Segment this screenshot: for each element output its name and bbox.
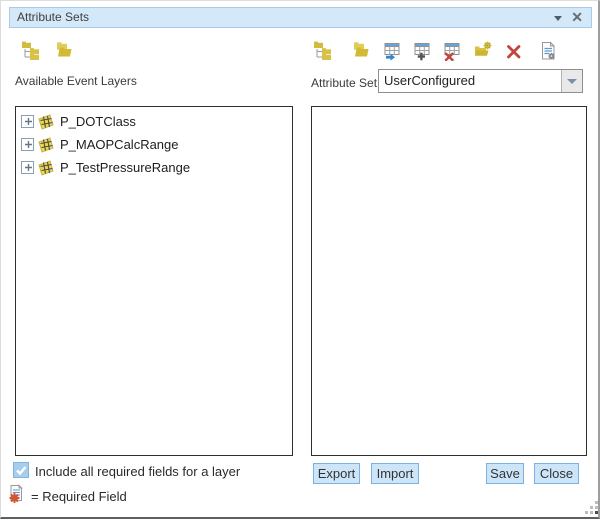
table-remove-glyph	[442, 41, 462, 61]
dialog-frame: Attribute Sets ✕	[0, 0, 600, 519]
layer-label: P_TestPressureRange	[60, 160, 190, 175]
attribute-set-combobox[interactable]: UserConfigured	[378, 69, 583, 93]
window-title: Attribute Sets	[17, 10, 89, 24]
new-attribute-set-tree-icon[interactable]	[313, 41, 333, 61]
tree-row-p-dotclass[interactable]: P_DOTClass	[16, 110, 292, 133]
event-layer-glyph	[38, 160, 55, 176]
attribute-set-label: Attribute Set:	[311, 76, 380, 90]
event-layer-glyph	[38, 137, 55, 153]
tree-folders-glyph	[313, 41, 333, 61]
required-field-legend: = Required Field	[31, 489, 127, 504]
plus-glyph	[22, 161, 33, 174]
table-arrow-glyph	[382, 41, 402, 61]
available-event-layers-heading: Available Event Layers	[15, 74, 137, 88]
required-field-glyph	[9, 484, 26, 504]
event-layer-icon	[38, 160, 55, 176]
event-layer-icon	[38, 114, 55, 130]
table-add-glyph	[412, 41, 432, 61]
checkmark-icon	[14, 463, 28, 477]
chevron-down-icon	[567, 79, 577, 84]
table-remove-icon[interactable]	[442, 41, 462, 61]
expand-plus-icon[interactable]	[21, 138, 34, 151]
table-add-icon[interactable]	[412, 41, 432, 61]
expand-plus-icon[interactable]	[21, 115, 34, 128]
folder-gear-icon[interactable]	[473, 41, 493, 61]
event-layer-icon	[38, 137, 55, 153]
close-button[interactable]: Close	[534, 463, 579, 484]
new-attribute-set-tree-icon[interactable]	[21, 41, 41, 61]
report-gear-glyph	[538, 41, 558, 61]
titlebar[interactable]: Attribute Sets ✕	[9, 7, 592, 28]
attribute-set-contents-list[interactable]	[311, 106, 587, 456]
open-folder-icon[interactable]	[54, 41, 74, 61]
layer-label: P_MAOPCalcRange	[60, 137, 179, 152]
table-arrow-icon[interactable]	[382, 41, 402, 61]
tree-folders-glyph	[21, 41, 41, 61]
import-button[interactable]: Import	[371, 463, 419, 484]
chevron-down-icon[interactable]	[554, 16, 562, 21]
close-icon[interactable]: ✕	[571, 9, 583, 26]
folder-gear-glyph	[473, 41, 493, 61]
save-button[interactable]: Save	[486, 463, 524, 484]
plus-glyph	[22, 138, 33, 151]
event-layers-tree: P_DOTClass P_MAOPCalcRange	[16, 107, 292, 179]
plus-glyph	[22, 115, 33, 128]
delete-x-glyph	[504, 41, 524, 61]
report-gear-icon[interactable]	[538, 41, 558, 61]
combobox-dropdown-button[interactable]	[561, 70, 582, 92]
tree-row-p-testpressurerange[interactable]: P_TestPressureRange	[16, 156, 292, 179]
open-folder-icon[interactable]	[351, 41, 371, 61]
attribute-set-value: UserConfigured	[384, 73, 475, 88]
event-layer-glyph	[38, 114, 55, 130]
delete-x-icon[interactable]	[504, 41, 524, 61]
open-folder-glyph	[351, 41, 371, 61]
required-field-icon	[9, 484, 26, 509]
available-event-layers-list[interactable]: P_DOTClass P_MAOPCalcRange	[15, 106, 293, 456]
open-folder-glyph	[54, 41, 74, 61]
include-required-fields-checkbox[interactable]	[13, 462, 29, 478]
tree-row-p-maopcalcrange[interactable]: P_MAOPCalcRange	[16, 133, 292, 156]
layer-label: P_DOTClass	[60, 114, 136, 129]
resize-grip[interactable]	[585, 501, 600, 516]
export-button[interactable]: Export	[313, 463, 360, 484]
expand-plus-icon[interactable]	[21, 161, 34, 174]
attribute-sets-window: Attribute Sets ✕	[0, 0, 604, 521]
include-required-fields-label: Include all required fields for a layer	[35, 464, 240, 479]
